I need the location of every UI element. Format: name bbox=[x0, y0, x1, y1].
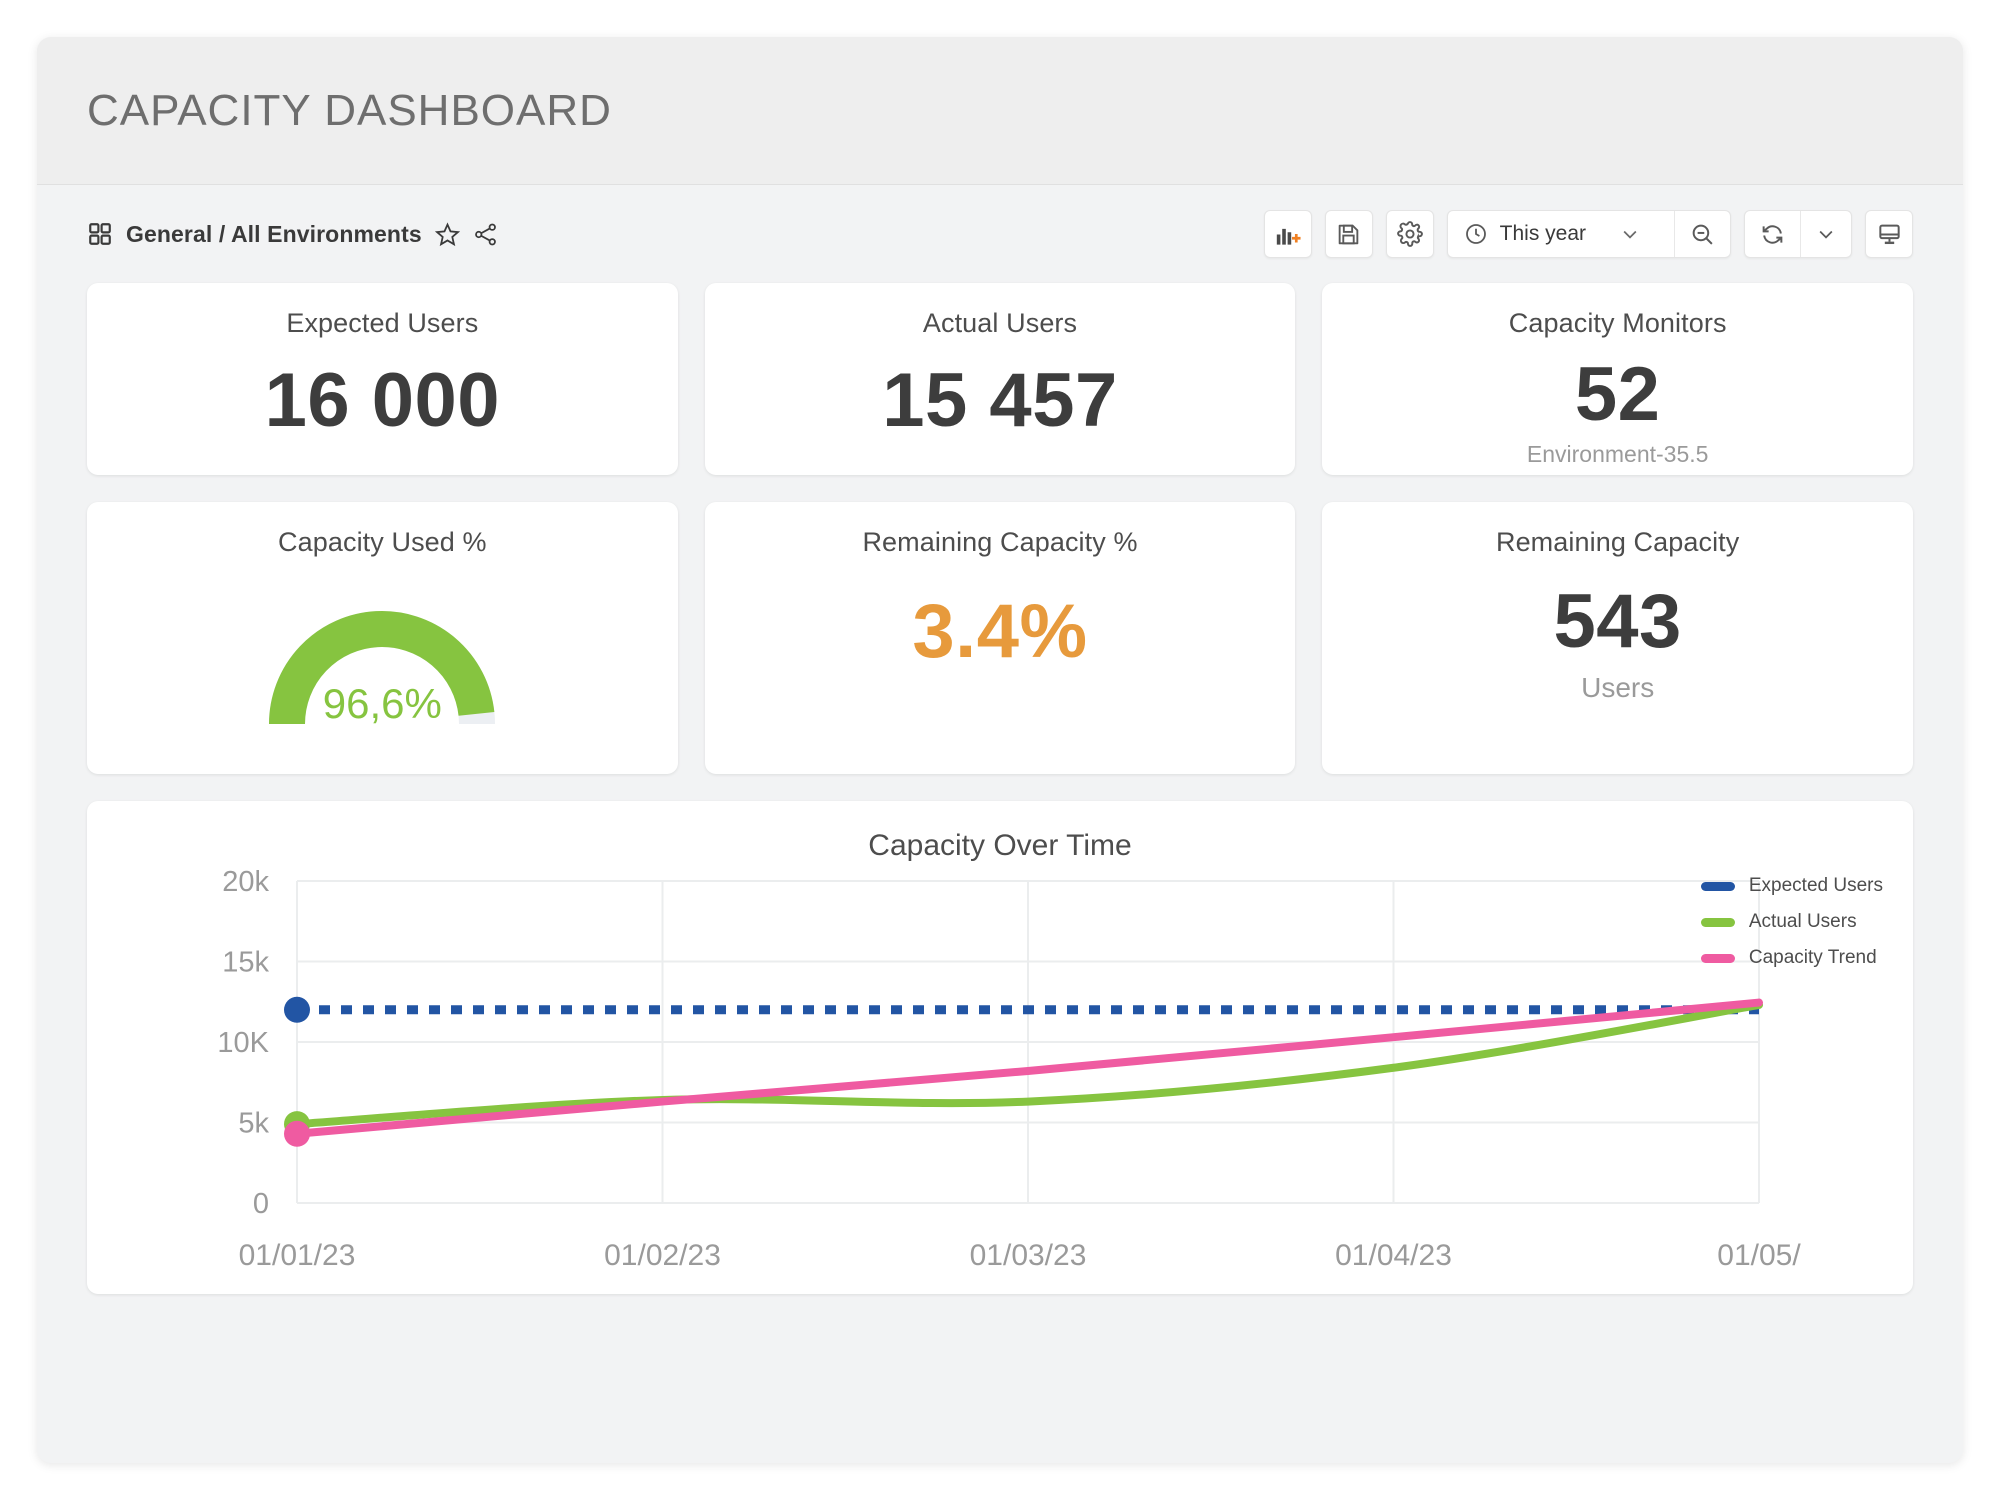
legend-item[interactable]: Expected Users bbox=[1700, 875, 1883, 897]
svg-text:0: 0 bbox=[253, 1188, 269, 1220]
legend-item[interactable]: Capacity Trend bbox=[1700, 947, 1883, 969]
legend-color-swatch bbox=[1700, 953, 1735, 963]
svg-text:20k: 20k bbox=[222, 866, 269, 898]
legend-label: Capacity Trend bbox=[1748, 947, 1877, 968]
kpi-card-capacity-used[interactable]: Capacity Used % 96,6% bbox=[87, 502, 678, 774]
legend-label: Actual Users bbox=[1748, 911, 1857, 932]
refresh-interval-dropdown[interactable] bbox=[1801, 224, 1851, 244]
save-dashboard-button[interactable] bbox=[1324, 210, 1373, 258]
chart-legend: Expected Users Actual Users Capacity Trend bbox=[1700, 875, 1883, 969]
time-range-display[interactable]: This year bbox=[1448, 222, 1674, 246]
refresh-controls bbox=[1744, 210, 1852, 258]
kpi-value: 15 457 bbox=[882, 358, 1118, 443]
capacity-over-time-panel[interactable]: Capacity Over Time 20k 15k 10K 5k 0 01/01/23 0… bbox=[87, 801, 1913, 1294]
time-range-label: This year bbox=[1499, 222, 1586, 245]
kpi-card-expected-users[interactable]: Expected Users 16 000 bbox=[87, 283, 678, 475]
breadcrumb[interactable]: General / All Environments bbox=[87, 221, 498, 248]
page-title: CAPACITY DASHBOARD bbox=[87, 85, 612, 135]
legend-label: Expected Users bbox=[1748, 875, 1883, 896]
refresh-button[interactable] bbox=[1745, 222, 1800, 247]
kpi-title: Capacity Monitors bbox=[1508, 308, 1727, 338]
dashboard-toolbar: General / All Environments This year bbox=[37, 185, 1963, 283]
breadcrumb-label[interactable]: General / All Environments bbox=[126, 221, 422, 248]
chart-body: 20k 15k 10K 5k 0 01/01/23 01/02/23 01/03/23 01/0… bbox=[87, 863, 1913, 1294]
zoom-out-time-button[interactable] bbox=[1675, 222, 1730, 247]
svg-text:01/03/23: 01/03/23 bbox=[970, 1239, 1087, 1272]
kpi-subtext: Users bbox=[1581, 672, 1655, 703]
kpi-value: 16 000 bbox=[264, 358, 501, 443]
kpi-value: 3.4% bbox=[912, 589, 1088, 674]
chevron-down-icon[interactable] bbox=[1598, 224, 1656, 244]
kpi-value: 543 bbox=[1553, 579, 1682, 664]
dashboard-settings-button[interactable] bbox=[1385, 210, 1434, 258]
kpi-title: Capacity Used % bbox=[278, 527, 487, 557]
kpi-title: Actual Users bbox=[922, 308, 1078, 338]
app-header: CAPACITY DASHBOARD bbox=[37, 37, 1963, 185]
legend-color-swatch bbox=[1700, 881, 1735, 891]
kpi-subtext: Environment-35.5 bbox=[1526, 441, 1709, 467]
kpi-row-2: Capacity Used % 96,6% Remaining Capacity… bbox=[87, 502, 1914, 774]
chart-plot: 20k 15k 10K 5k 0 01/01/23 01/02/23 01/03/23 01/0… bbox=[217, 866, 1801, 1272]
tv-display-mode-button[interactable] bbox=[1865, 210, 1913, 258]
svg-text:15k: 15k bbox=[222, 947, 269, 979]
kpi-value: 52 bbox=[1574, 352, 1661, 437]
kpi-row-1: Expected Users 16 000 Actual Users 15 45… bbox=[87, 283, 1914, 475]
clock-icon bbox=[1464, 222, 1488, 246]
capacity-gauge: 96,6% bbox=[252, 584, 512, 734]
chart-title: Capacity Over Time bbox=[868, 829, 1132, 862]
svg-text:01/04/23: 01/04/23 bbox=[1335, 1239, 1452, 1272]
svg-text:01/01/23: 01/01/23 bbox=[239, 1239, 356, 1272]
time-range-picker[interactable]: This year bbox=[1446, 210, 1731, 258]
kpi-card-remaining-capacity[interactable]: Remaining Capacity 543 Users bbox=[1322, 502, 1914, 774]
grid-icon bbox=[87, 221, 113, 247]
kpi-card-actual-users[interactable]: Actual Users 15 457 bbox=[704, 283, 1296, 475]
star-icon[interactable] bbox=[434, 221, 460, 247]
kpi-title: Remaining Capacity % bbox=[862, 527, 1138, 557]
kpi-title: Expected Users bbox=[286, 308, 479, 338]
svg-text:10K: 10K bbox=[217, 1027, 269, 1059]
add-panel-button[interactable] bbox=[1263, 210, 1312, 258]
svg-text:01/05/: 01/05/ bbox=[1717, 1239, 1801, 1272]
kpi-card-capacity-monitors[interactable]: Capacity Monitors 52 Environment-35.5 bbox=[1322, 283, 1914, 475]
dashboard-page: CAPACITY DASHBOARD General / All Environ… bbox=[37, 37, 1963, 1463]
kpi-title: Remaining Capacity bbox=[1495, 527, 1740, 557]
share-icon[interactable] bbox=[473, 222, 498, 247]
svg-text:5k: 5k bbox=[238, 1108, 269, 1140]
svg-text:01/02/23: 01/02/23 bbox=[604, 1239, 721, 1272]
kpi-grid: Expected Users 16 000 Actual Users 15 45… bbox=[37, 283, 1963, 774]
legend-item[interactable]: Actual Users bbox=[1700, 911, 1883, 933]
legend-color-swatch bbox=[1700, 917, 1735, 927]
toolbar-actions: This year bbox=[1263, 210, 1913, 258]
kpi-card-remaining-capacity-pct[interactable]: Remaining Capacity % 3.4% bbox=[704, 502, 1296, 774]
gauge-value-label: 96,6% bbox=[322, 680, 442, 727]
